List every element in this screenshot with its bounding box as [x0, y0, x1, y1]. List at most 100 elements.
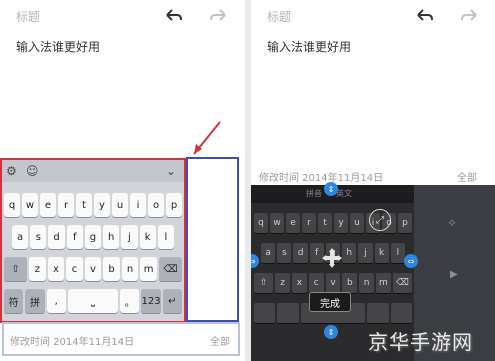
enter-key[interactable]	[390, 303, 412, 323]
key-r[interactable]: r	[302, 213, 316, 233]
key-k[interactable]: k	[374, 243, 389, 263]
key-n[interactable]: n	[121, 257, 139, 281]
key-p[interactable]: p	[398, 213, 412, 233]
all-label[interactable]: 全部	[210, 333, 230, 348]
done-button[interactable]: 完成	[309, 292, 351, 312]
key-c[interactable]: c	[66, 257, 83, 281]
redo-icon[interactable]	[208, 6, 230, 26]
key-v[interactable]: v	[325, 273, 341, 293]
key-pinyin[interactable]	[277, 303, 299, 323]
emoji-icon[interactable]: ☺	[26, 164, 39, 178]
modified-time: 修改时间 2014年11月14日	[10, 337, 135, 348]
key-j[interactable]: j	[358, 243, 373, 263]
key-f[interactable]: f	[66, 225, 83, 249]
key-v[interactable]: v	[84, 257, 102, 281]
key-e[interactable]: e	[40, 193, 56, 217]
space-bar[interactable]: ⎵	[67, 289, 119, 313]
key-b[interactable]: b	[342, 273, 358, 293]
key-o[interactable]: o	[148, 193, 164, 217]
key-period[interactable]: 。	[120, 289, 140, 313]
key-m[interactable]: m	[376, 273, 391, 293]
keyboard-toolbar: ⚙ ☺ ⌄	[2, 160, 184, 182]
key-123[interactable]: 123	[141, 289, 161, 313]
key-c[interactable]: c	[308, 273, 324, 293]
key-symbols[interactable]	[254, 303, 276, 323]
key-pinyin[interactable]: 拼	[25, 289, 45, 313]
gear-icon[interactable]: ⚙	[6, 164, 17, 178]
key-d[interactable]: d	[293, 243, 308, 263]
enter-icon[interactable]: ↵	[162, 289, 182, 313]
dark-key-row-3: ⇧ z x c v b n m ⌫	[254, 273, 413, 293]
backspace-icon[interactable]: ⌫	[158, 257, 182, 281]
shift-icon[interactable]: ⇧	[4, 257, 28, 281]
key-y[interactable]: y	[334, 213, 348, 233]
key-g[interactable]: g	[84, 225, 102, 249]
key-row-4: 符 拼 , ⎵ 。 123 ↵	[4, 289, 182, 313]
key-h[interactable]: h	[342, 243, 357, 263]
modified-time: 修改时间 2014年11月14日	[259, 173, 384, 184]
red-arrow-icon	[188, 118, 224, 158]
pinyin-mode[interactable]: 拼音	[306, 188, 322, 199]
title-placeholder[interactable]: 标题	[16, 8, 40, 25]
resize-handle-bottom[interactable]: ⇕	[324, 325, 338, 339]
watermark: 京华手游网	[368, 330, 473, 354]
key-r[interactable]: r	[58, 193, 74, 217]
key-symbols[interactable]: 符	[4, 289, 24, 313]
key-m[interactable]: m	[140, 257, 157, 281]
left-screen: 标题 输入法谁更好用 ⚙ ☺ ⌄ q w e r t y u i o p a s…	[0, 0, 245, 361]
key-z[interactable]: z	[275, 273, 291, 293]
blue-highlight-box	[186, 157, 239, 322]
resize-handle-right[interactable]: ⇔	[404, 254, 418, 268]
resize-circle-icon[interactable]: ⤢	[369, 209, 391, 231]
all-label[interactable]: 全部	[457, 169, 477, 184]
key-q[interactable]: q	[254, 213, 268, 233]
key-t[interactable]: t	[318, 213, 332, 233]
key-u[interactable]: u	[350, 213, 364, 233]
bottom-highlight-box: 修改时间 2014年11月14日 全部	[2, 322, 240, 356]
undo-icon[interactable]	[413, 6, 435, 26]
key-j[interactable]: j	[121, 225, 138, 249]
note-toolbar: 标题	[0, 0, 245, 34]
chevron-down-icon[interactable]: ⌄	[166, 164, 176, 178]
key-h[interactable]: h	[103, 225, 120, 249]
key-p[interactable]: p	[166, 193, 182, 217]
key-t[interactable]: t	[76, 193, 92, 217]
backspace-icon[interactable]: ⌫	[392, 273, 413, 293]
key-q[interactable]: q	[4, 193, 20, 217]
key-i[interactable]: i	[130, 193, 146, 217]
shift-icon[interactable]: ⇧	[254, 273, 274, 293]
english-mode[interactable]: 英文	[336, 188, 352, 199]
play-icon[interactable]: ▶	[450, 269, 458, 280]
key-w[interactable]: w	[270, 213, 284, 233]
key-s[interactable]: s	[277, 243, 292, 263]
key-l[interactable]: l	[157, 225, 174, 249]
key-k[interactable]: k	[139, 225, 156, 249]
key-e[interactable]: e	[286, 213, 300, 233]
resize-handle-top[interactable]: ⇕	[324, 182, 338, 196]
key-a[interactable]: a	[261, 243, 276, 263]
key-b[interactable]: b	[103, 257, 120, 281]
key-s[interactable]: s	[30, 225, 47, 249]
compact-keyboard[interactable]: ⚙ ☺ ⌄ q w e r t y u i o p a s d f g h j …	[0, 158, 186, 323]
note-body[interactable]: 输入法谁更好用	[267, 38, 351, 55]
key-y[interactable]: y	[94, 193, 110, 217]
key-l[interactable]: l	[390, 243, 405, 263]
key-u[interactable]: u	[112, 193, 128, 217]
note-body[interactable]: 输入法谁更好用	[16, 38, 100, 55]
key-n[interactable]: n	[359, 273, 375, 293]
key-123[interactable]	[367, 303, 389, 323]
key-x[interactable]: x	[292, 273, 307, 293]
title-placeholder[interactable]: 标题	[267, 8, 291, 25]
key-d[interactable]: d	[48, 225, 65, 249]
key-z[interactable]: z	[29, 257, 46, 281]
move-cross-icon[interactable]	[321, 247, 343, 269]
key-comma[interactable]: ,	[46, 289, 66, 313]
key-row-2: a s d f g h j k l	[12, 225, 174, 249]
key-a[interactable]: a	[12, 225, 29, 249]
key-x[interactable]: x	[47, 257, 65, 281]
right-screen: 标题 输入法谁更好用 修改时间 2014年11月14日 全部 拼音 英文 q w…	[251, 0, 495, 361]
key-w[interactable]: w	[22, 193, 38, 217]
redo-icon[interactable]	[459, 6, 481, 26]
dock-left-icon[interactable]: ⟡	[448, 215, 456, 230]
undo-icon[interactable]	[162, 6, 184, 26]
